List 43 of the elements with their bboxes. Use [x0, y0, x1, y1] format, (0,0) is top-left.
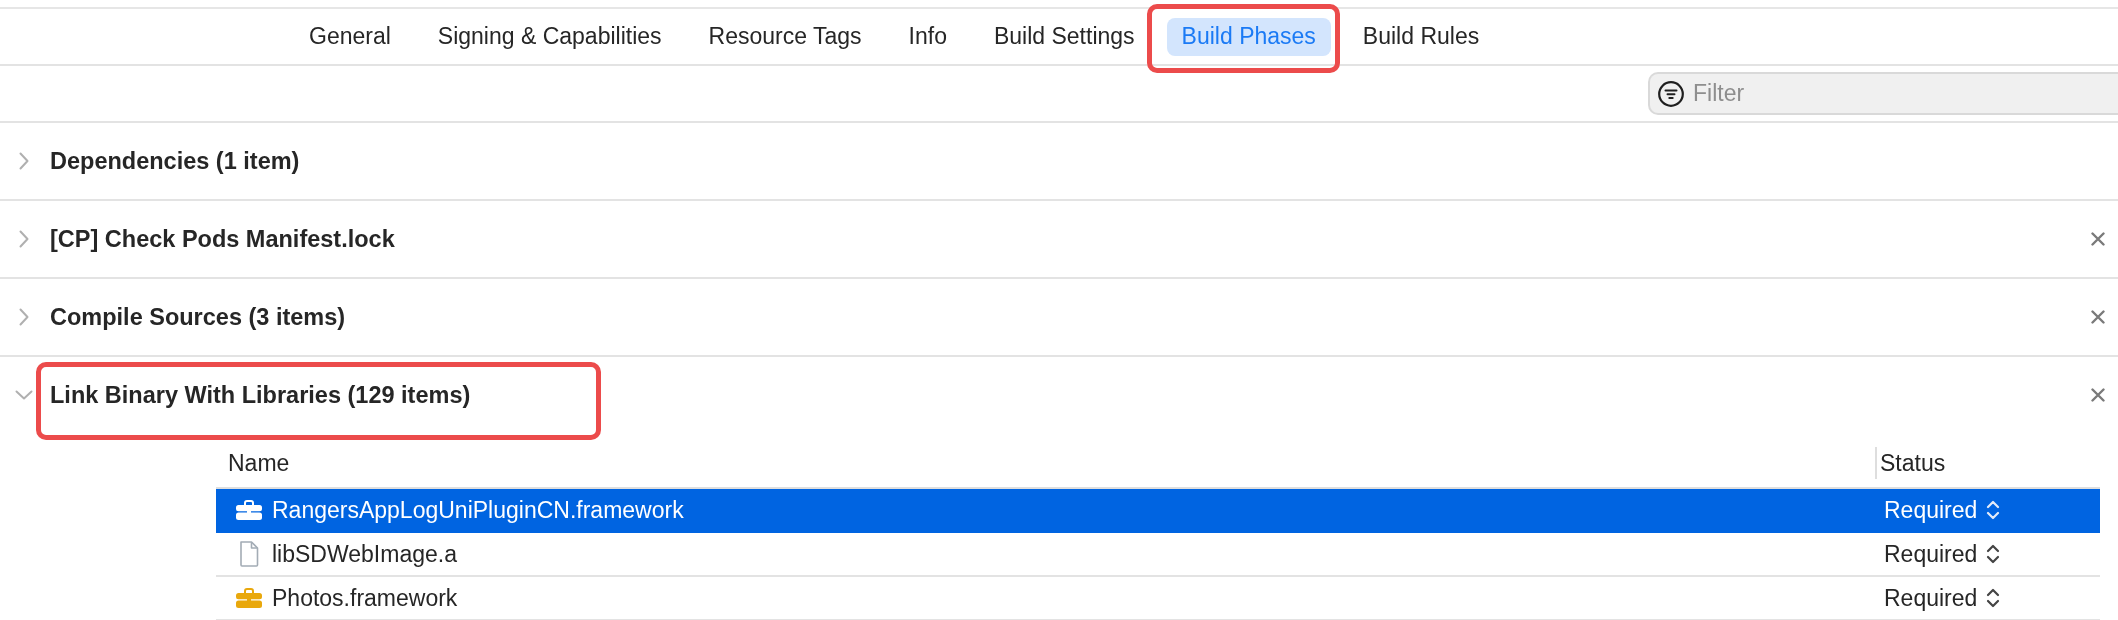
status-popup[interactable]: Required: [1884, 496, 2001, 524]
table-row[interactable]: RangersAppLogUniPluginCN.framework Required: [216, 489, 2100, 533]
chevron-right-icon[interactable]: [19, 230, 29, 248]
phase-title: Compile Sources (3 items): [50, 303, 346, 331]
tab[interactable]: General: [294, 17, 406, 56]
phase-title: [CP] Check Pods Manifest.lock: [50, 225, 395, 253]
tab[interactable]: Resource Tags: [693, 17, 877, 56]
tab[interactable]: Build Rules: [1347, 17, 1495, 56]
document-icon: [239, 541, 259, 567]
filter-icon: [1658, 80, 1684, 107]
remove-button[interactable]: [2091, 388, 2105, 402]
tab[interactable]: Info: [893, 17, 962, 56]
phase-title: Dependencies (1 item): [50, 147, 300, 175]
file-name: libSDWebImage.a: [272, 540, 457, 568]
close-icon: [2091, 388, 2105, 402]
close-icon: [2091, 232, 2105, 246]
status-popup[interactable]: Required: [1884, 540, 2001, 568]
phase-header[interactable]: Link Binary With Libraries (129 items): [0, 357, 2118, 433]
remove-button[interactable]: [2091, 310, 2105, 324]
column-header[interactable]: Status: [1880, 449, 1946, 477]
table-row[interactable]: libSDWebImage.a Required: [216, 533, 2100, 577]
toolbox-icon: [236, 588, 262, 608]
phase-header[interactable]: Dependencies (1 item): [0, 123, 2118, 201]
chevron-right-icon[interactable]: [19, 152, 29, 170]
status-popup[interactable]: Required: [1884, 584, 2001, 612]
remove-button[interactable]: [2091, 232, 2105, 246]
toolbox-icon: [236, 500, 262, 520]
table-row[interactable]: Photos.framework Required: [216, 577, 2100, 620]
phase-header[interactable]: Compile Sources (3 items): [0, 279, 2118, 357]
file-name: RangersAppLogUniPluginCN.framework: [272, 496, 684, 524]
tab[interactable]: Signing & Capabilities: [422, 17, 677, 56]
phase-header[interactable]: [CP] Check Pods Manifest.lock: [0, 201, 2118, 279]
tab[interactable]: Build Settings: [978, 17, 1150, 56]
updown-chevron-icon: [1986, 587, 2001, 609]
close-icon: [2091, 310, 2105, 324]
column-header[interactable]: Name: [228, 449, 290, 477]
updown-chevron-icon: [1986, 499, 2001, 521]
updown-chevron-icon: [1986, 543, 2001, 565]
filter-field[interactable]: Filter: [1648, 72, 2118, 115]
file-name: Photos.framework: [272, 584, 458, 612]
chevron-down-icon[interactable]: [15, 390, 33, 400]
phase-title: Link Binary With Libraries (129 items): [50, 381, 471, 409]
chevron-right-icon[interactable]: [19, 308, 29, 326]
